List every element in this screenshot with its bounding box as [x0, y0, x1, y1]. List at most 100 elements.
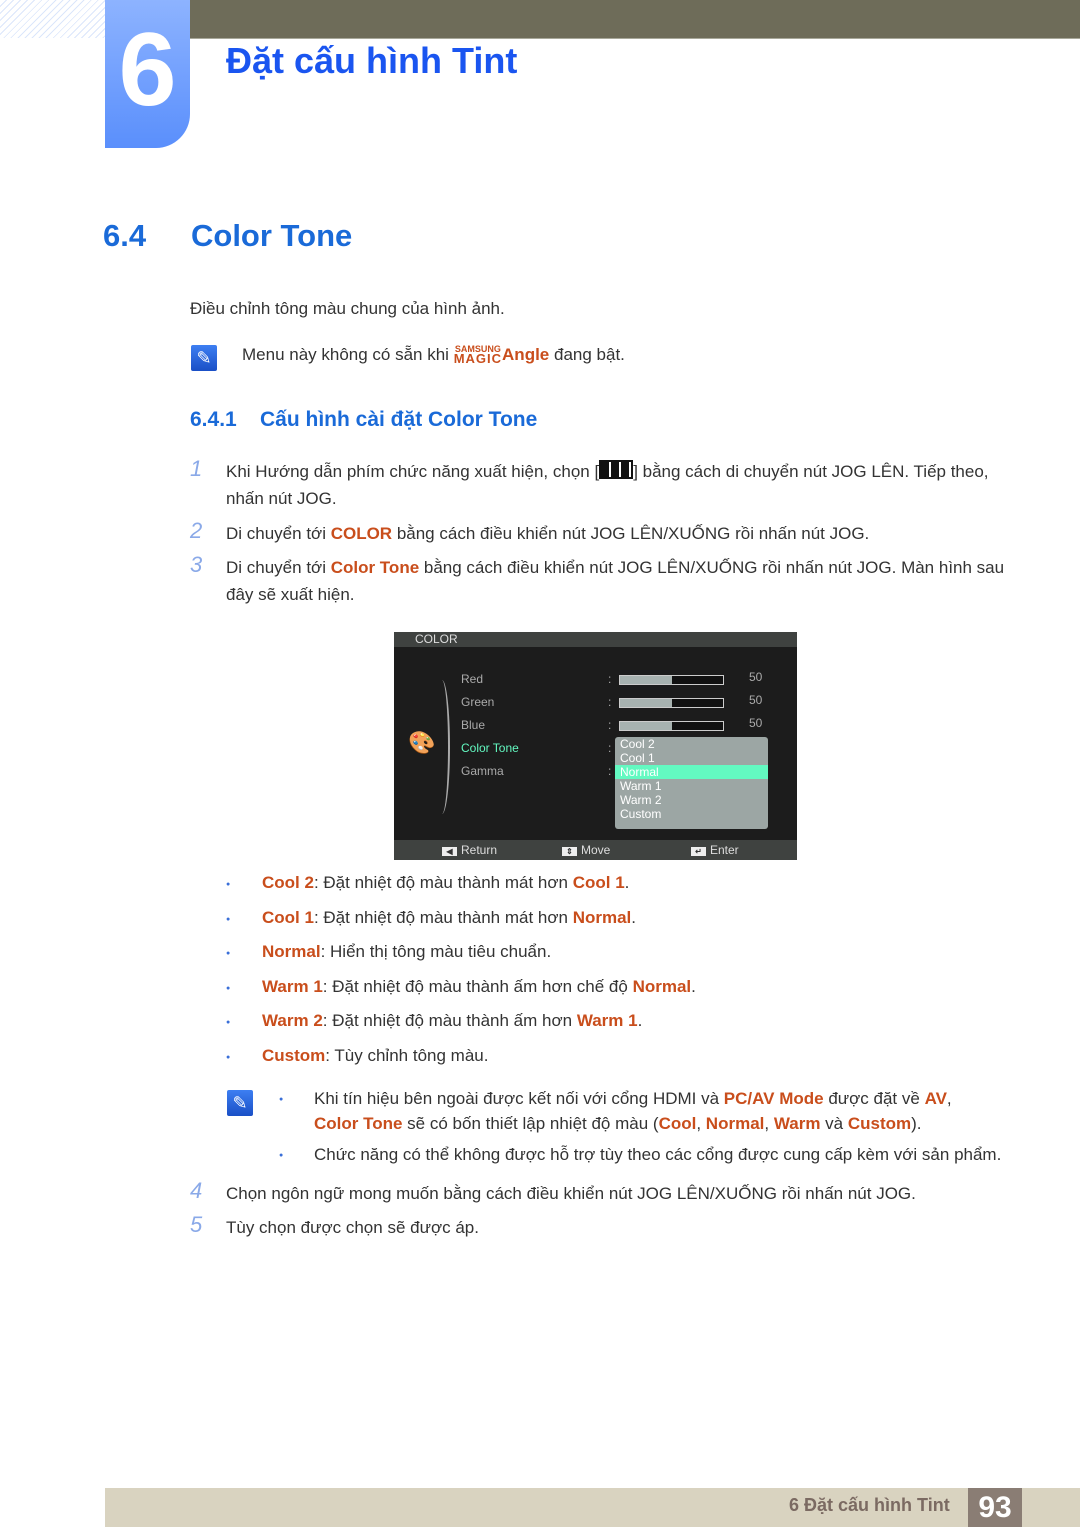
text-segment: Chọn ngôn ngữ mong muốn bằng cách điều k… — [226, 1184, 916, 1203]
intro-text: Điều chỉnh tông màu chung của hình ảnh. — [190, 299, 505, 318]
menu-icon — [599, 460, 634, 479]
dropdown-option[interactable]: Normal — [615, 765, 768, 779]
text-segment: . — [624, 873, 630, 892]
text-segment: ). — [911, 1114, 922, 1133]
osd-item-gamma[interactable]: Gamma — [461, 764, 504, 778]
highlight-term: Normal — [262, 942, 321, 961]
note-highlight: Angle — [502, 345, 550, 364]
highlight-term: PC/AV Mode — [723, 1089, 824, 1108]
text-segment: Chức năng có thể không được hỗ trợ tùy t… — [314, 1145, 1002, 1164]
bullet-dot: ● — [226, 915, 231, 923]
subsection-title: Cấu hình cài đặt Color Tone — [260, 408, 538, 431]
colon-separator: : — [608, 695, 612, 709]
bullet-dot: ● — [226, 881, 231, 888]
header-hatch-decoration — [0, 0, 105, 38]
note-bullet-dot: ● — [279, 1152, 284, 1159]
footer-label: Return — [461, 843, 498, 857]
step-number: 5 — [190, 1212, 203, 1237]
dropdown-option[interactable]: Warm 1 — [615, 779, 768, 793]
text-segment: : Đặt nhiệt độ màu thành mát hơn — [313, 907, 573, 927]
highlight-term: Normal — [632, 976, 692, 996]
colon-separator: : — [608, 672, 612, 686]
highlight-term: Cool 1 — [262, 907, 314, 927]
text-segment: và — [820, 1114, 848, 1133]
osd-footer: ◀ Return ⇕ Move ↵ Enter — [394, 840, 797, 860]
step-text: Khi Hướng dẫn phím chức năng xuất hiện, … — [226, 458, 1026, 512]
footer-return[interactable]: ◀ Return — [442, 840, 497, 860]
text-segment: Khi tín hiệu bên ngoài được kết nối với … — [314, 1089, 724, 1108]
footer-label: Enter — [710, 843, 739, 857]
level-value: 50 — [749, 693, 763, 707]
osd-title: COLOR — [394, 632, 797, 647]
bullet-text: Warm 2: Đặt nhiệt độ màu thành ấm hơn Wa… — [262, 1007, 642, 1034]
highlight-term: Normal — [705, 1114, 765, 1133]
highlight-term: AV — [924, 1089, 947, 1108]
footer-chapter-text: 6 Đặt cấu hình Tint — [789, 1495, 950, 1515]
bullet-text: Cool 2: Đặt nhiệt độ màu thành mát hơn C… — [262, 869, 629, 896]
subsection-heading: 6.4.1 Cấu hình cài đặt Color Tone — [190, 408, 537, 432]
text-segment: . — [637, 1011, 643, 1030]
footer-move[interactable]: ⇕ Move — [562, 840, 610, 860]
step-number: 1 — [190, 456, 203, 481]
note-text-before: Menu này không có sẵn khi — [242, 345, 454, 364]
text-segment: , — [696, 1114, 706, 1133]
palette-icon: 🎨 — [408, 730, 436, 755]
note-pencil-icon: ✎ — [227, 1090, 253, 1116]
left-arrow-key-icon: ◀ — [442, 847, 457, 856]
osd-item-red[interactable]: Red — [461, 672, 483, 686]
step-text: Di chuyển tới Color Tone bằng cách điều … — [226, 554, 1026, 608]
dropdown-option[interactable]: Warm 2 — [615, 793, 768, 807]
text-segment: : Hiển thị tông màu tiêu chuẩn. — [320, 942, 552, 961]
dropdown-option[interactable]: Cool 2 — [615, 737, 768, 751]
dropdown-option[interactable]: Custom — [615, 807, 768, 821]
dropdown-option[interactable]: Cool 1 — [615, 751, 768, 765]
note-text-after: đang bật. — [549, 345, 625, 364]
osd-item-color-tone[interactable]: Color Tone — [461, 741, 519, 755]
text-segment: : Đặt nhiệt độ màu thành ấm hơn — [322, 1011, 577, 1030]
text-segment: : Tùy chỉnh tông màu. — [325, 1045, 489, 1065]
menu-arc-decoration — [434, 680, 450, 814]
text-segment: : Đặt nhiệt độ màu thành mát hơn — [313, 873, 573, 892]
highlight-term: Color Tone — [314, 1114, 403, 1133]
header-bar — [190, 0, 1080, 39]
bullet-text: Cool 1: Đặt nhiệt độ màu thành mát hơn N… — [262, 904, 636, 931]
bullet-text: Custom: Tùy chỉnh tông màu. — [262, 1042, 488, 1069]
text-segment: , — [764, 1114, 774, 1133]
colon-separator: : — [608, 764, 612, 778]
highlight-term: Custom — [847, 1114, 912, 1133]
footer-label: Move — [581, 843, 611, 857]
step-text: Tùy chọn được chọn sẽ được áp. — [226, 1214, 1026, 1241]
note-text: Khi tín hiệu bên ngoài được kết nối với … — [314, 1086, 1054, 1136]
highlight-term: Warm 1 — [576, 1011, 638, 1030]
osd-item-blue[interactable]: Blue — [461, 718, 485, 732]
bullet-dot: ● — [226, 984, 231, 992]
highlight-term: Cool — [658, 1114, 697, 1133]
level-fill — [620, 699, 672, 707]
text-segment: . — [631, 907, 637, 927]
text-segment: bằng cách điều khiển nút JOG LÊN/XUỐNG r… — [392, 524, 870, 543]
footer-enter[interactable]: ↵ Enter — [691, 840, 739, 860]
text-segment: Tùy chọn được chọn sẽ được áp. — [226, 1218, 479, 1237]
highlight-term: Cool 2 — [262, 873, 314, 892]
level-bar[interactable] — [619, 675, 724, 685]
bullet-dot: ● — [226, 1019, 231, 1026]
note-bullet-dot: ● — [279, 1096, 284, 1103]
highlight-term: Warm 1 — [262, 976, 323, 996]
highlight-term: Normal — [572, 907, 632, 927]
bullet-text: Normal: Hiển thị tông màu tiêu chuẩn. — [262, 938, 551, 965]
level-fill — [620, 722, 672, 730]
colon-separator: : — [608, 718, 612, 732]
subsection-number: 6.4.1 — [190, 408, 237, 431]
highlight-term: Warm — [773, 1114, 821, 1133]
colon-separator: : — [608, 741, 612, 755]
bullet-dot: ● — [226, 1053, 231, 1061]
step-number: 3 — [190, 552, 203, 577]
enter-key-icon: ↵ — [691, 847, 706, 856]
bullet-dot: ● — [226, 950, 231, 957]
text-segment: . — [691, 976, 696, 996]
level-fill — [620, 676, 672, 684]
level-bar[interactable] — [619, 698, 724, 708]
level-bar[interactable] — [619, 721, 724, 731]
osd-item-green[interactable]: Green — [461, 695, 494, 709]
bullet-text: Warm 1: Đặt nhiệt độ màu thành ấm hơn ch… — [262, 973, 696, 1000]
